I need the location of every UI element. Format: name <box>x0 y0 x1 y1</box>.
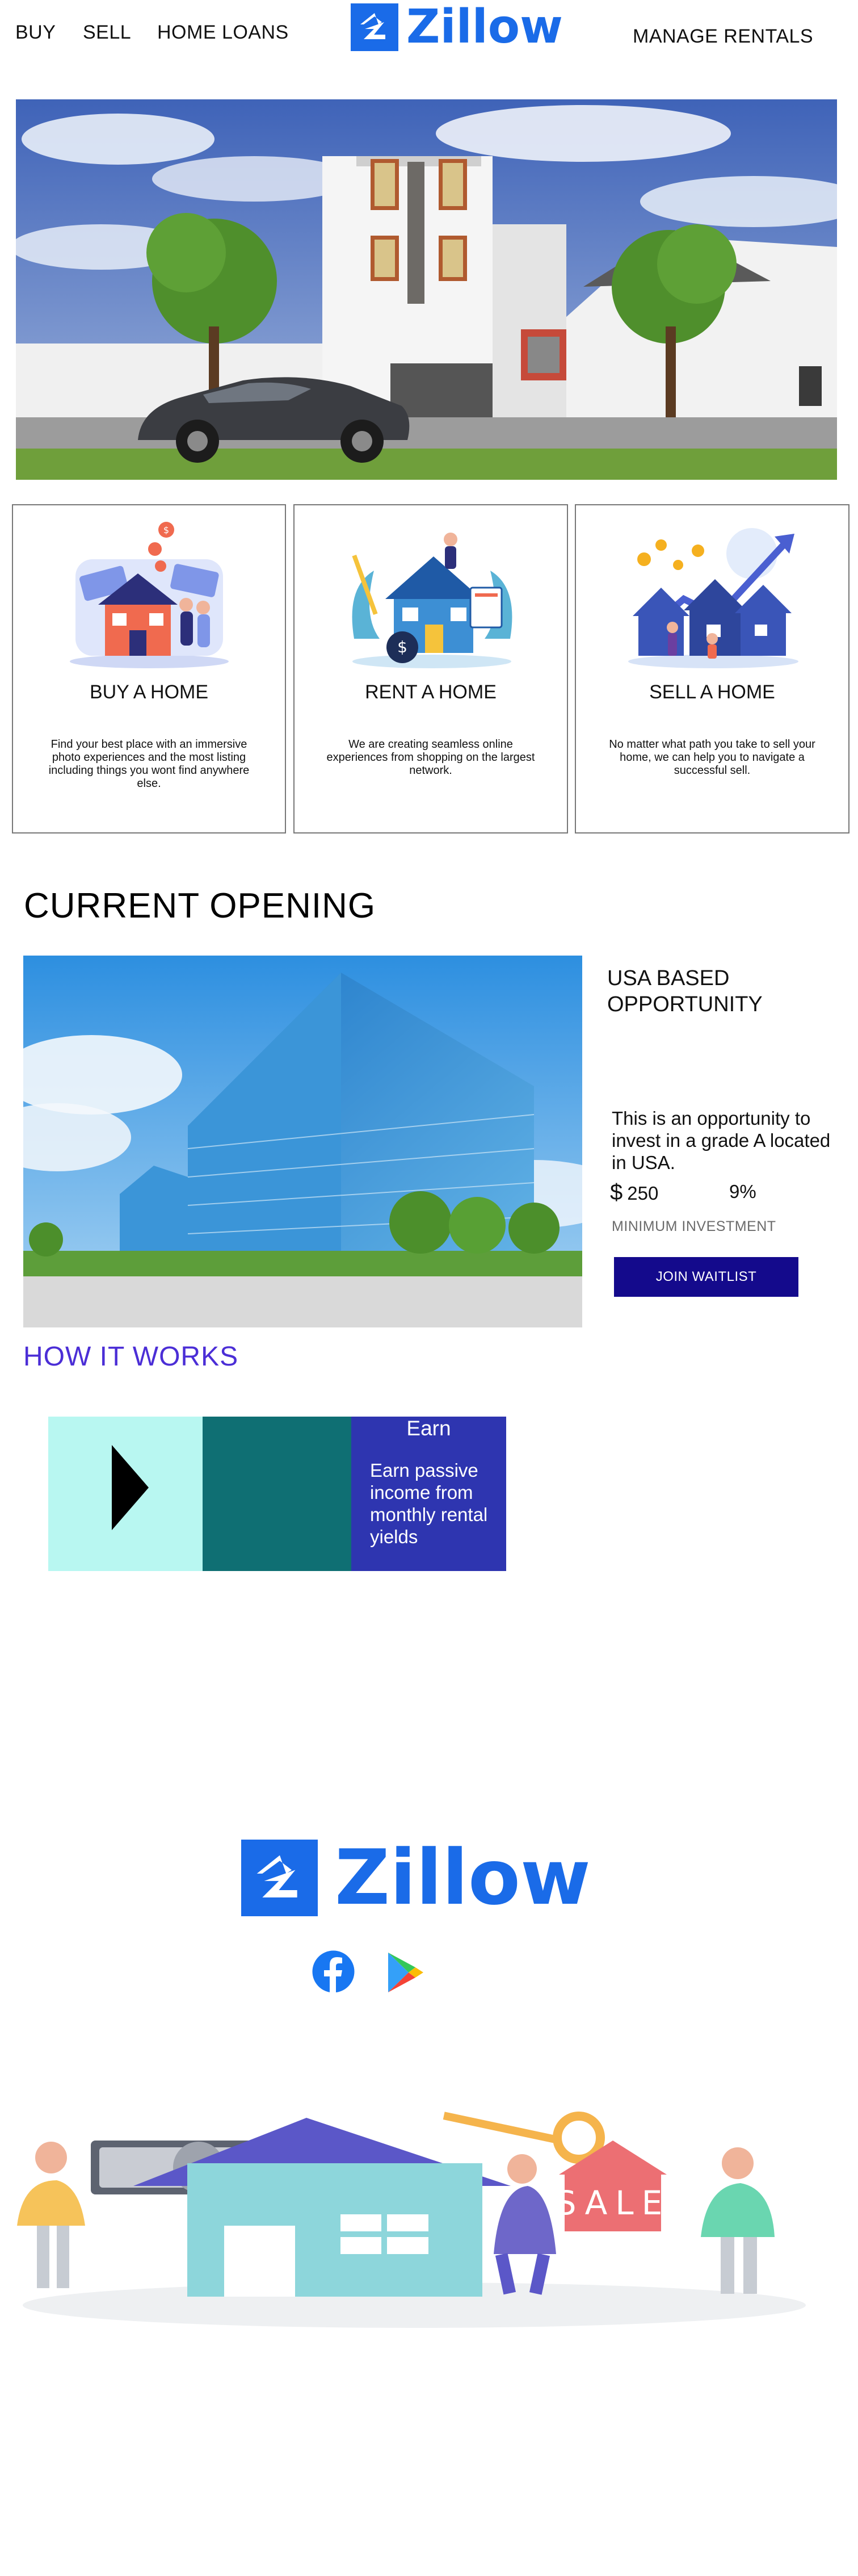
opportunity-description: This is an opportunity to invest in a gr… <box>612 1108 831 1173</box>
current-opening-heading: CURRENT OPENING <box>24 886 376 925</box>
card-rent-home[interactable]: $ RENT A HOME We are creating seamless o… <box>293 504 568 833</box>
nav-home-loans[interactable]: HOME LOANS <box>157 22 289 44</box>
card-title: BUY A HOME <box>89 681 209 703</box>
play-icon[interactable] <box>48 1417 203 1571</box>
hero-image <box>16 99 837 480</box>
opportunity-title: USA BASED OPPORTUNITY <box>607 966 763 1016</box>
opportunity-building-image <box>23 956 582 1327</box>
footer-brand-name: Zillow <box>335 1833 591 1922</box>
card-description: Find your best place with an immersive p… <box>48 738 250 790</box>
zillow-icon <box>351 3 398 51</box>
video-play-panel[interactable] <box>48 1417 203 1571</box>
earn-description: Earn passive income from monthly rental … <box>370 1460 488 1547</box>
step-panel <box>203 1417 351 1571</box>
brand-name: Zillow <box>406 0 563 54</box>
nav-buy[interactable]: BUY <box>15 22 56 44</box>
zillow-icon <box>241 1840 318 1916</box>
sale-sign-text: SALE <box>556 2184 671 2222</box>
nav-manage-rentals[interactable]: MANAGE RENTALS <box>633 26 813 48</box>
svg-text:$: $ <box>397 638 407 656</box>
facebook-icon[interactable] <box>312 1950 355 1993</box>
buy-home-illustration: $ <box>58 520 239 673</box>
amount-value: 250 <box>627 1183 659 1204</box>
card-sell-home[interactable]: SELL A HOME No matter what path you take… <box>575 504 849 833</box>
header-logo[interactable]: Zillow <box>351 3 563 51</box>
card-title: SELL A HOME <box>649 681 775 703</box>
footer-logo[interactable]: Zillow <box>241 1840 591 1916</box>
rent-home-illustration: $ <box>340 520 521 673</box>
card-description: We are creating seamless online experien… <box>326 738 535 777</box>
earn-panel: Earn Earn passive income from monthly re… <box>351 1417 506 1571</box>
minimum-investment-label: MINIMUM INVESTMENT <box>612 1218 776 1234</box>
card-title: RENT A HOME <box>365 681 497 703</box>
minimum-investment-amount: $ 250 <box>610 1180 658 1205</box>
return-percent: 9% <box>729 1181 756 1202</box>
card-description: No matter what path you take to sell you… <box>609 738 815 777</box>
card-buy-home[interactable]: $ BUY A HOME Find your best place with a… <box>12 504 286 833</box>
svg-text:$: $ <box>163 525 169 535</box>
google-play-icon[interactable] <box>386 1950 426 1995</box>
join-waitlist-button[interactable]: JOIN WAITLIST <box>614 1257 798 1297</box>
sell-home-illustration <box>621 520 803 673</box>
currency-symbol: $ <box>610 1180 623 1205</box>
nav-sell[interactable]: SELL <box>83 22 131 44</box>
earn-title: Earn <box>406 1417 451 1440</box>
footer-sale-illustration: SALE <box>11 2095 817 2334</box>
how-it-works-heading: HOW IT WORKS <box>23 1342 239 1372</box>
